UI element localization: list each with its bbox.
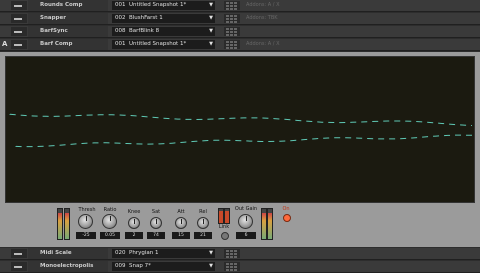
output-meter-right	[267, 208, 273, 240]
preset-number: 020	[115, 250, 126, 256]
track-name[interactable]: Midi Scale	[28, 248, 108, 259]
minus-icon	[14, 18, 22, 20]
preset-name: BlushFarst 1	[129, 15, 163, 21]
track-arm-toggle[interactable]	[0, 0, 10, 11]
chevron-down-icon: ▼	[209, 250, 213, 256]
minus-icon	[14, 253, 22, 255]
link-toggle[interactable]	[221, 232, 229, 240]
track-row[interactable]: Rounds Comp 001 Untitled Snapshot 1* ▼ Addon…	[0, 0, 480, 12]
track-name[interactable]: Rounds Comp	[28, 0, 108, 11]
track-arm-toggle[interactable]	[0, 248, 10, 259]
grid-icon[interactable]	[224, 27, 240, 36]
chevron-down-icon: ▼	[209, 41, 213, 47]
out-gain-label: Out Gain	[234, 206, 258, 212]
link-label: Link	[218, 224, 230, 230]
preset-selector[interactable]: 001 Untitled Snapshot 1* ▼	[112, 1, 215, 10]
out-gain-value[interactable]: 6	[236, 232, 256, 239]
sat-knob[interactable]	[150, 217, 162, 229]
track-name[interactable]: Monoelectropolis	[28, 261, 108, 272]
preset-name: BarfBlink 8	[129, 28, 160, 34]
track-collapse-button[interactable]	[11, 27, 27, 36]
minus-icon	[14, 44, 22, 46]
track-collapse-button[interactable]	[11, 249, 27, 258]
track-collapse-button[interactable]	[11, 14, 27, 23]
track-addons-text: Addons: TBK	[246, 15, 278, 21]
rel-value[interactable]: 21	[194, 232, 212, 239]
rel-label: Rel	[199, 209, 207, 215]
minus-icon	[14, 5, 22, 7]
preset-number: 001	[115, 2, 126, 8]
att-knob[interactable]	[175, 217, 187, 229]
preset-selector[interactable]: 002 BlushFarst 1 ▼	[112, 14, 215, 23]
track-addons-text: Addons: A / X	[246, 41, 280, 47]
att-label: Att	[177, 209, 185, 215]
preset-selector[interactable]: 001 Untitled Snapshot 1* ▼	[112, 40, 215, 49]
track-arm-label: A	[2, 40, 8, 48]
preset-name: Untitled Snapshot 1*	[129, 41, 187, 47]
knee-label: Knee	[127, 209, 141, 215]
preset-name: Phrygian 1	[129, 250, 159, 256]
track-collapse-button[interactable]	[11, 1, 27, 10]
track-name[interactable]: Snapper	[28, 13, 108, 24]
track-row[interactable]: BarfSync 008 BarfBlink 8 ▼	[0, 26, 480, 38]
sat-label: Sat	[151, 209, 161, 215]
grid-icon[interactable]	[224, 40, 240, 49]
sat-value[interactable]: 74	[147, 232, 165, 239]
scope-trace	[9, 113, 473, 148]
track-name[interactable]: BarfSync	[28, 26, 108, 37]
preset-number: 001	[115, 41, 126, 47]
track-row[interactable]: A Barf Comp 001 Untitled Snapshot 1* ▼ Addons…	[0, 39, 480, 51]
minus-icon	[14, 31, 22, 33]
track-row[interactable]: Monoelectropolis 009 Snap 7* ▼	[0, 261, 480, 273]
track-arm-toggle[interactable]	[0, 26, 10, 37]
preset-number: 008	[115, 28, 126, 34]
knee-knob[interactable]	[128, 217, 140, 229]
ratio-knob[interactable]	[102, 214, 117, 229]
preset-number: 002	[115, 15, 126, 21]
track-row[interactable]: Snapper 002 BlushFarst 1 ▼ Addons: TBK	[0, 13, 480, 25]
input-meter-right	[64, 208, 70, 240]
grid-icon[interactable]	[224, 14, 240, 23]
track-arm-toggle[interactable]: A	[0, 39, 10, 50]
ratio-value[interactable]: 0.05	[100, 232, 120, 239]
chevron-down-icon: ▼	[209, 28, 213, 34]
att-value[interactable]: 15	[172, 232, 190, 239]
thresh-value[interactable]: -25	[76, 232, 96, 239]
preset-selector[interactable]: 008 BarfBlink 8 ▼	[112, 27, 215, 36]
knee-value[interactable]: 2	[125, 232, 143, 239]
thresh-label: Thresh	[78, 207, 96, 213]
scope-display	[5, 56, 475, 203]
grid-icon[interactable]	[224, 1, 240, 10]
chevron-down-icon: ▼	[209, 2, 213, 8]
grid-icon[interactable]	[224, 249, 240, 258]
on-label: On	[282, 206, 290, 212]
gain-reduction-trace	[9, 113, 473, 126]
out-gain-knob[interactable]	[238, 214, 253, 229]
minus-icon	[14, 266, 22, 268]
chevron-down-icon: ▼	[209, 15, 213, 21]
ratio-label: Ratio	[103, 207, 117, 213]
track-row[interactable]: Midi Scale 020 Phrygian 1 ▼	[0, 248, 480, 260]
track-collapse-button[interactable]	[11, 40, 27, 49]
track-addons-text: Addons: A / X	[246, 2, 280, 8]
input-meter-left	[57, 208, 63, 240]
power-on-toggle[interactable]	[283, 214, 291, 222]
input-level-trace	[15, 134, 473, 148]
preset-name: Untitled Snapshot 1*	[129, 2, 187, 8]
track-arm-toggle[interactable]	[0, 261, 10, 272]
gr-meter-right	[224, 208, 230, 224]
rel-knob[interactable]	[197, 217, 209, 229]
preset-selector[interactable]: 020 Phrygian 1 ▼	[112, 249, 215, 258]
track-name[interactable]: Barf Comp	[28, 39, 108, 50]
compressor-editor: Thresh -25 Ratio 0.05 Knee 2 Sat 74 Att …	[0, 52, 480, 247]
track-arm-toggle[interactable]	[0, 13, 10, 24]
thresh-knob[interactable]	[78, 214, 93, 229]
